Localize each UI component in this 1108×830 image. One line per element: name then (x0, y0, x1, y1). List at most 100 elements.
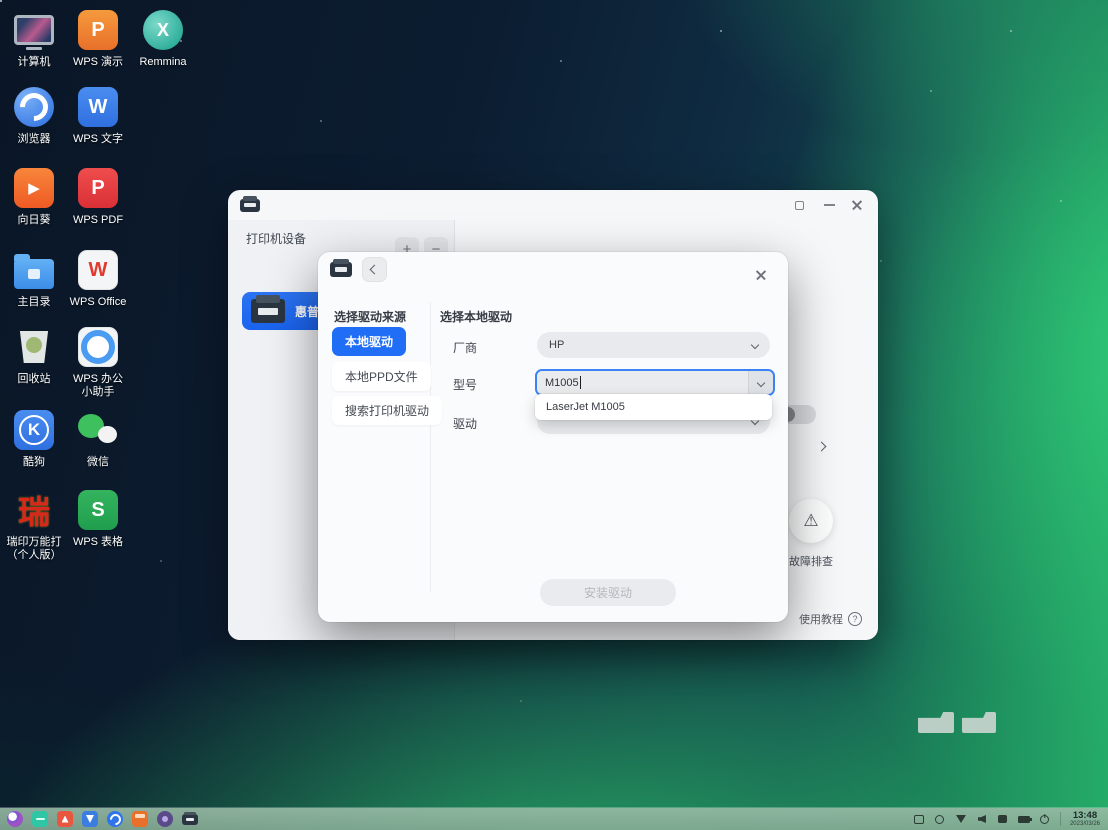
tab-local-driver[interactable]: 本地驱动 (332, 327, 406, 356)
notification-icon[interactable] (997, 813, 1009, 825)
desktop-icon-ruiyin-print[interactable]: 瑞 瑞印万能打 （个人版） (1, 488, 67, 562)
desktop-icon-remmina[interactable]: X Remmina (130, 8, 196, 69)
desktop-icon-label: 瑞印万能打 （个人版） (1, 536, 67, 562)
desktop-icon-label: 微信 (65, 456, 131, 469)
desktop-icon-computer[interactable]: 计算机 (1, 8, 67, 69)
desktop-icon-wps-presentation[interactable]: P WPS 演示 (65, 8, 131, 69)
vendor-select[interactable]: HP (537, 332, 770, 358)
driver-source-title: 选择驱动来源 (334, 308, 406, 325)
desktop-icon-label: 浏览器 (1, 133, 67, 146)
expand-chevron[interactable] (818, 437, 825, 455)
power-icon[interactable] (1039, 813, 1051, 825)
minimize-icon (824, 204, 835, 206)
desktop-icon-label: WPS 表格 (65, 536, 131, 549)
remmina-icon: X (143, 10, 183, 50)
maximize-icon (795, 201, 804, 210)
driver-label: 驱动 (453, 415, 477, 432)
desktop-icon-kugou[interactable]: K 酷狗 (1, 408, 67, 469)
wps-pdf-icon: P (78, 168, 118, 208)
taskbar-tray: 13:48 2023/03/26 (913, 811, 1100, 828)
browser-icon[interactable] (107, 811, 123, 827)
desktop-icon-wps-spreadsheet[interactable]: S WPS 表格 (65, 488, 131, 549)
dialog-close-button[interactable] (748, 262, 774, 288)
desktop-icon-browser[interactable]: 浏览器 (1, 85, 67, 146)
column-divider (430, 302, 431, 592)
kugou-icon: K (14, 410, 54, 450)
desktop-icon-wps-pdf[interactable]: P WPS PDF (65, 166, 131, 227)
minimize-button[interactable] (816, 192, 842, 218)
input-method-icon[interactable] (913, 813, 925, 825)
desktop-icon-label: WPS 文字 (65, 133, 131, 146)
system-monitor-icon[interactable] (157, 811, 173, 827)
clock-time: 13:48 (1073, 811, 1097, 821)
printer-app-icon (330, 262, 352, 277)
printer-app-icon (240, 199, 260, 212)
ruiyin-print-icon: 瑞 (18, 487, 50, 533)
desktop-icon-label: 酷狗 (1, 456, 67, 469)
chevron-down-icon (757, 378, 765, 386)
install-driver-button[interactable]: 安装驱动 (540, 579, 676, 606)
vendor-value: HP (549, 339, 752, 351)
music-icon[interactable] (132, 811, 148, 827)
desktop-icon-label: WPS 演示 (65, 56, 131, 69)
model-label: 型号 (453, 376, 477, 393)
main-titlebar (228, 190, 878, 220)
desktop-icon-label: 计算机 (1, 56, 67, 69)
wps-assistant-icon (78, 327, 118, 367)
close-button[interactable] (844, 192, 870, 218)
printer-glyph (182, 814, 198, 825)
wps-spreadsheet-icon: S (78, 490, 118, 530)
add-driver-dialog: 选择驱动来源 本地驱动 本地PPD文件 搜索打印机驱动 选择本地驱动 厂商 HP… (318, 252, 788, 622)
trash-icon (18, 331, 50, 363)
close-icon (852, 200, 863, 211)
chevron-right-icon (817, 442, 827, 452)
desktop-icon-wps-writer[interactable]: W WPS 文字 (65, 85, 131, 146)
desktop-icon-sunlogin[interactable]: ▶ 向日葵 (1, 166, 67, 227)
help-icon: ? (848, 612, 862, 626)
maximize-button[interactable] (786, 192, 812, 218)
desktop-icon-wps-assistant[interactable]: WPS 办公 小助手 (65, 325, 131, 399)
document-stamp-icon (962, 712, 996, 733)
desktop-icon-label: WPS PDF (65, 214, 131, 227)
taskbar-clock[interactable]: 13:48 2023/03/26 (1070, 811, 1100, 828)
desktop-icon-home[interactable]: 主目录 (1, 248, 67, 309)
clock-date: 2023/03/26 (1070, 821, 1100, 827)
printer-device-icon (251, 299, 285, 323)
desktop-icon-label: 回收站 (1, 373, 67, 386)
wifi-icon[interactable] (955, 813, 967, 825)
file-manager-icon[interactable] (32, 811, 48, 827)
troubleshoot-button[interactable]: ⚠ (789, 499, 833, 543)
home-folder-icon (14, 259, 54, 289)
tab-local-ppd[interactable]: 本地PPD文件 (332, 362, 431, 391)
tray-separator (1060, 812, 1061, 826)
warning-icon: ⚠ (803, 511, 818, 531)
suggestion-item[interactable]: LaserJet M1005 (535, 401, 772, 413)
model-dropdown-button[interactable] (748, 371, 773, 394)
document-stamp-icon (918, 712, 954, 733)
desktop-icon-label: 向日葵 (1, 214, 67, 227)
model-input[interactable]: M1005 (537, 371, 748, 394)
printer-manager-icon[interactable] (182, 811, 198, 827)
model-suggestion-list: LaserJet M1005 (535, 394, 772, 420)
computer-icon (14, 15, 54, 45)
battery-icon[interactable] (1018, 813, 1030, 825)
launcher-icon[interactable] (7, 811, 23, 827)
vendor-label: 厂商 (453, 339, 477, 356)
chevron-down-icon (751, 341, 759, 349)
model-combobox[interactable]: M1005 (535, 369, 775, 396)
printer-name: 惠普 (295, 303, 319, 320)
editor-icon[interactable] (82, 811, 98, 827)
app-store-icon[interactable] (57, 811, 73, 827)
tab-search-driver[interactable]: 搜索打印机驱动 (332, 396, 442, 425)
desktop-icon-wps-office[interactable]: W WPS Office (65, 248, 131, 309)
dialog-titlebar (318, 252, 788, 286)
taskbar-apps (7, 811, 198, 827)
desktop-icon-wechat[interactable]: 微信 (65, 408, 131, 469)
desktop-icon-trash[interactable]: 回收站 (1, 325, 67, 386)
desktop-icon-label: WPS 办公 小助手 (65, 373, 131, 399)
tutorial-link[interactable]: 使用教程 ? (799, 611, 862, 627)
update-icon[interactable] (934, 813, 946, 825)
desktop-icon-label: Remmina (130, 56, 196, 69)
back-button[interactable] (362, 257, 387, 282)
volume-icon[interactable] (976, 813, 988, 825)
